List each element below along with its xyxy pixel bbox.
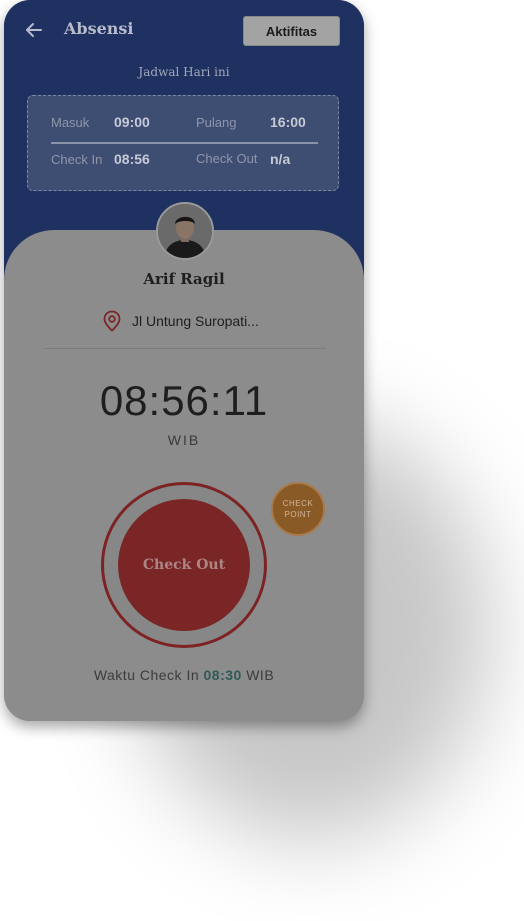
checkin-time-suffix: WIB bbox=[246, 667, 275, 683]
activity-button[interactable]: Aktifitas bbox=[243, 16, 340, 46]
schedule-heading: Jadwal Hari ini bbox=[138, 65, 230, 79]
phone-frame: Absensi Aktifitas Jadwal Hari ini Masuk … bbox=[4, 0, 364, 721]
location-text: Jl Untung Suropati... bbox=[132, 313, 259, 329]
checkpoint-button[interactable]: CHECK POINT bbox=[271, 482, 325, 536]
checkin-time-prefix: Waktu Check In bbox=[93, 667, 200, 683]
user-photo-icon bbox=[158, 204, 212, 258]
checkout-value: n/a bbox=[270, 151, 291, 167]
checkout-label: Check Out bbox=[196, 151, 258, 166]
location-row[interactable]: Jl Untung Suropati... bbox=[102, 309, 259, 333]
section-divider bbox=[44, 348, 326, 349]
schedule-panel: Masuk 09:00 Pulang 16:00 Check In 08:56 … bbox=[27, 95, 339, 191]
checkout-button[interactable]: Check Out bbox=[118, 499, 250, 631]
location-pin-icon bbox=[103, 310, 121, 332]
checkpoint-label-line1: CHECK bbox=[282, 499, 314, 508]
timezone-label: WIB bbox=[167, 432, 201, 448]
checkin-time-value: 08:30 bbox=[203, 667, 242, 683]
checkin-time-info: Waktu Check In 08:30 WIB bbox=[4, 667, 364, 683]
pulang-value: 16:00 bbox=[270, 114, 306, 130]
page-title: Absensi bbox=[64, 19, 134, 38]
schedule-divider bbox=[51, 142, 318, 144]
user-name: Arif Ragil bbox=[143, 270, 225, 288]
pulang-label: Pulang bbox=[196, 115, 237, 130]
checkin-value: 08:56 bbox=[114, 151, 150, 167]
masuk-value: 09:00 bbox=[114, 114, 150, 130]
screen-canvas: Absensi Aktifitas Jadwal Hari ini Masuk … bbox=[0, 0, 524, 921]
avatar bbox=[156, 202, 214, 260]
back-arrow-icon[interactable] bbox=[24, 20, 44, 40]
masuk-label: Masuk bbox=[51, 115, 90, 130]
checkin-label: Check In bbox=[51, 152, 103, 167]
live-clock: 08:56:11 bbox=[99, 377, 269, 424]
checkpoint-label-line2: POINT bbox=[284, 510, 312, 519]
